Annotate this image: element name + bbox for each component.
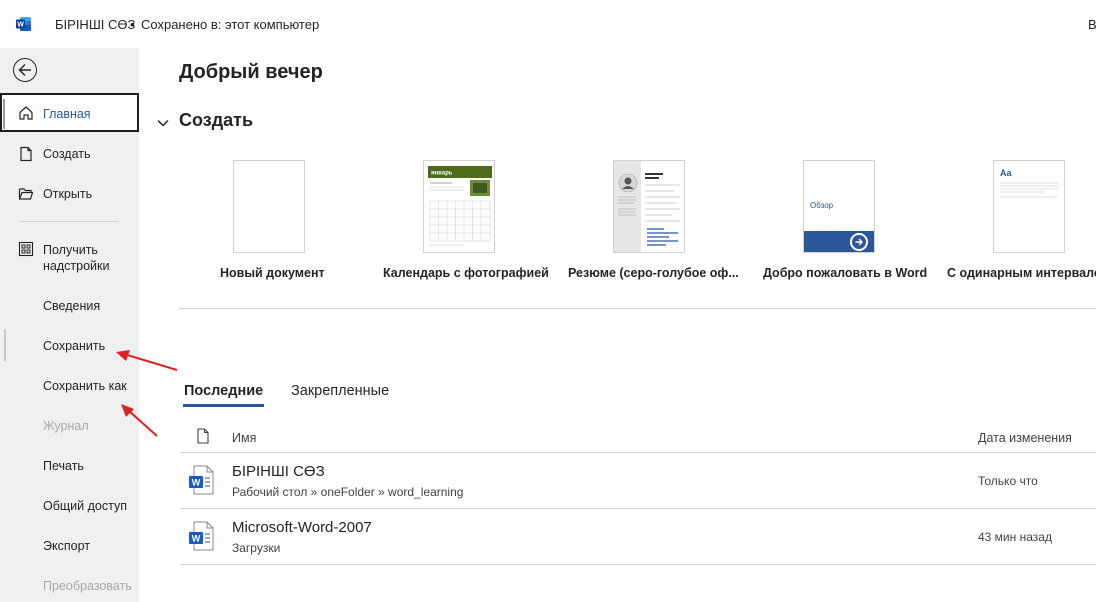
column-date-modified[interactable]: Дата изменения [978, 431, 1072, 445]
calendar-month-label: январь [431, 171, 453, 177]
sidebar-item-label: Получить [43, 243, 98, 257]
svg-text:W: W [17, 22, 24, 29]
word-document-icon: W [188, 465, 216, 495]
template-thumbnail-single-spacing: Aa [993, 160, 1065, 253]
tab-pinned[interactable]: Закрепленные [291, 383, 389, 399]
sidebar-item-transform: Преобразовать [0, 574, 139, 598]
word-icon: W [16, 16, 32, 32]
sidebar-item-label: Создать [43, 147, 91, 161]
word-document-icon: W [188, 521, 216, 551]
arrow-right-icon [850, 233, 868, 251]
sidebar-item-share[interactable]: Общий доступ [0, 494, 139, 518]
template-thumbnail-resume [613, 160, 685, 253]
file-row[interactable]: W БІРІНШІ СӨЗ Рабочий стол » oneFolder »… [180, 453, 1096, 509]
template-thumbnail-blank [233, 160, 305, 253]
tab-recent[interactable]: Последние [184, 383, 263, 399]
sidebar-item-home[interactable]: Главная [0, 93, 139, 132]
addins-grid-icon [18, 241, 34, 257]
back-button[interactable] [13, 58, 37, 82]
back-arrow-icon [18, 64, 31, 76]
svg-text:W: W [192, 534, 201, 544]
tab-active-underline [183, 404, 264, 407]
sidebar-item-print[interactable]: Печать [0, 454, 139, 478]
sidebar-item-new[interactable]: Создать [0, 138, 139, 170]
sidebar-item-label: Сохранить как [43, 379, 127, 393]
file-type-icon [196, 428, 210, 449]
greeting-heading: Добрый вечер [179, 61, 323, 83]
sidebar-item-label: Печать [43, 459, 84, 473]
template-name: С одинарным интервалом [947, 266, 1096, 280]
sidebar-item-save[interactable]: Сохранить [0, 334, 139, 358]
template-name: Календарь с фотографией [383, 266, 549, 280]
template-thumbnail-calendar: январь [423, 160, 495, 253]
sidebar-divider [19, 221, 119, 222]
file-date: Только что [978, 474, 1038, 488]
sidebar-item-label: Преобразовать [43, 579, 132, 593]
new-document-icon [18, 146, 34, 162]
file-row[interactable]: W Microsoft-Word-2007 Загрузки 43 мин на… [180, 509, 1096, 565]
sidebar-item-label: Сохранить [43, 339, 106, 353]
template-name: Резюме (серо-голубое оф... [568, 266, 739, 280]
open-folder-icon [18, 186, 34, 202]
document-title[interactable]: БІРІНШІ СӨЗ [55, 17, 135, 32]
file-name: БІРІНШІ СӨЗ [232, 463, 325, 480]
sidebar-item-label: Главная [43, 107, 91, 121]
sidebar-item-open[interactable]: Открыть [0, 178, 139, 210]
file-name: Microsoft-Word-2007 [232, 519, 372, 536]
template-thumbnail-welcome: Обзор [803, 160, 875, 253]
section-divider [179, 308, 1096, 309]
sidebar-item-history: Журнал [0, 414, 139, 438]
file-path: Рабочий стол » oneFolder » word_learning [232, 485, 464, 499]
chevron-down-icon [157, 114, 169, 132]
sidebar-item-get-addins[interactable]: Получить надстройки [0, 236, 139, 280]
template-name: Новый документ [220, 266, 325, 280]
sidebar-item-save-as[interactable]: Сохранить как [0, 374, 139, 398]
save-status[interactable]: Сохранено в: этот компьютер [141, 17, 319, 32]
sidebar-item-label: Общий доступ [43, 499, 127, 513]
create-section-title: Создать [179, 110, 254, 130]
file-date: 43 мин назад [978, 530, 1052, 544]
sidebar-item-label: Экспорт [43, 539, 90, 553]
column-name[interactable]: Имя [232, 431, 256, 445]
home-icon [18, 105, 34, 121]
sidebar-item-label: Сведения [43, 299, 101, 313]
sidebar-item-label: Журнал [43, 419, 89, 433]
file-list-header: Имя Дата изменения [180, 424, 1096, 453]
sidebar-item-label: Открыть [43, 187, 93, 201]
backstage-sidebar: Главная Создать Открыть Получить надстро… [0, 48, 139, 602]
sidebar-item-info[interactable]: Сведения [0, 294, 139, 318]
welcome-thumb-text: Обзор [810, 201, 834, 210]
title-bar: W БІРІНШІ СӨЗ • Сохранено в: этот компью… [0, 0, 1096, 48]
title-right-clipped: В [1088, 17, 1096, 32]
svg-text:W: W [192, 478, 201, 488]
file-path: Загрузки [232, 541, 281, 555]
sidebar-item-export[interactable]: Экспорт [0, 534, 139, 558]
title-separator: • [130, 17, 135, 32]
sidebar-item-label-line2: надстройки [43, 259, 110, 273]
template-name: Добро пожаловать в Word [763, 266, 928, 280]
